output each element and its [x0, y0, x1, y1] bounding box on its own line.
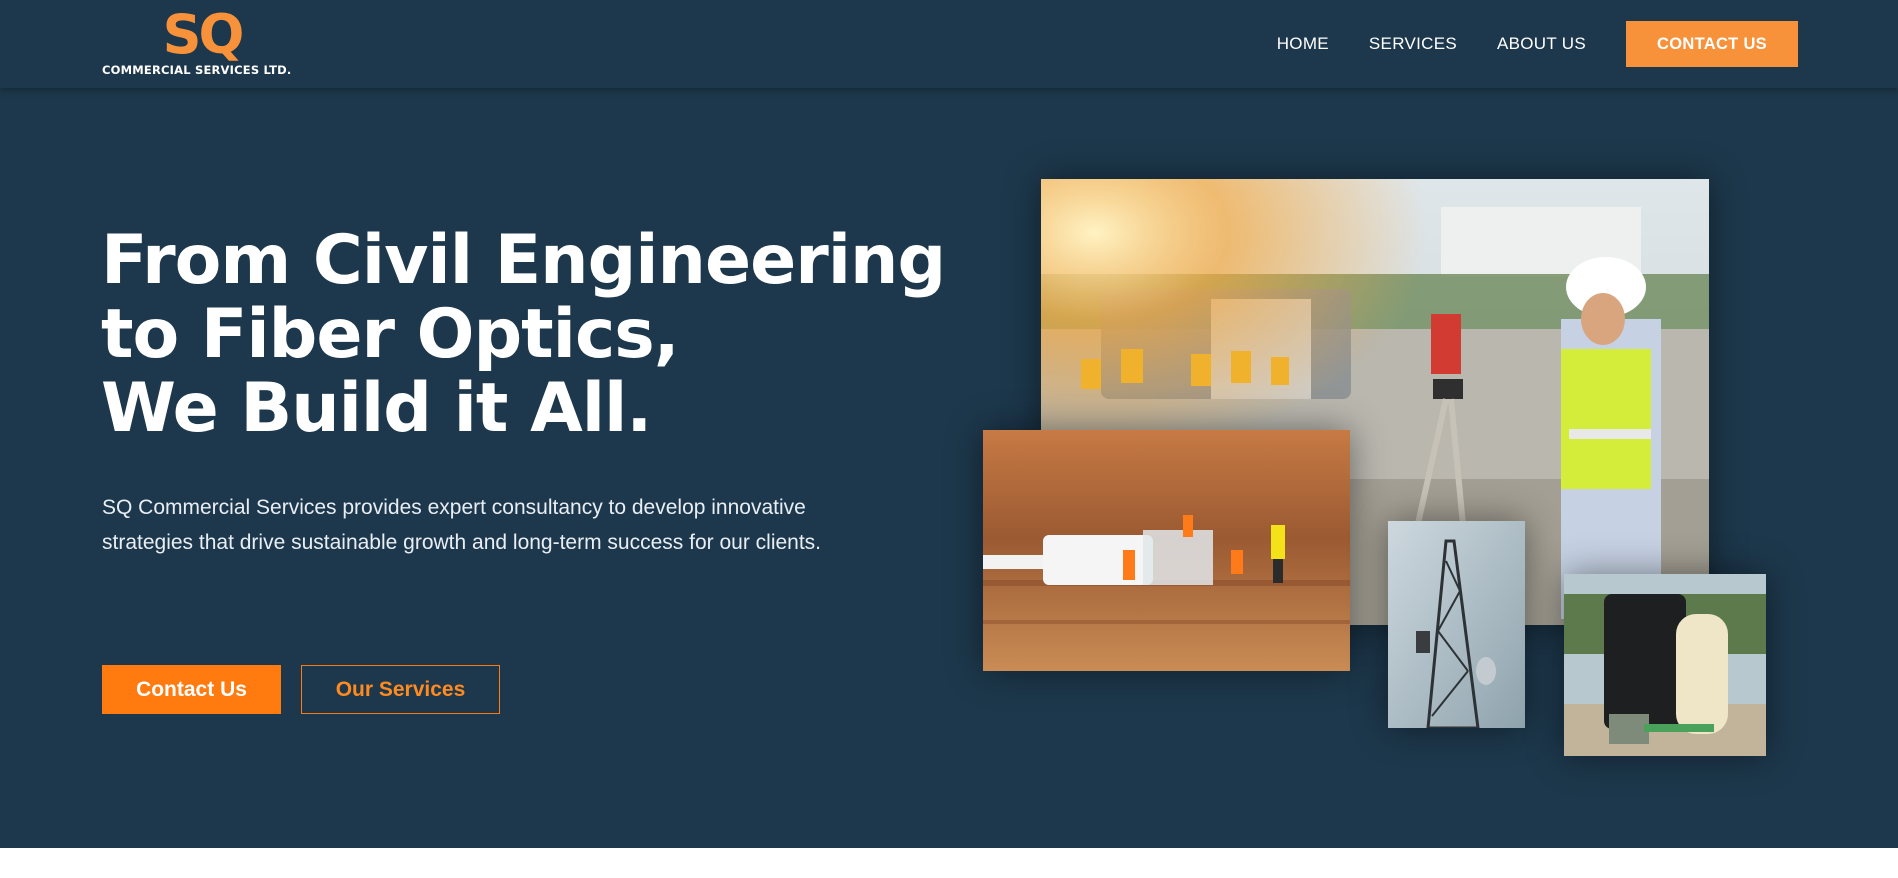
- nav-services[interactable]: SERVICES: [1369, 34, 1457, 54]
- nav-about-us[interactable]: ABOUT US: [1497, 34, 1586, 54]
- hero-headline: From Civil Engineering to Fiber Optics, …: [101, 221, 946, 448]
- fiber-optic-workers-image: [983, 430, 1350, 671]
- hero-section: From Civil Engineering to Fiber Optics, …: [0, 88, 1898, 848]
- headline-line-3: We Build it All.: [101, 369, 652, 448]
- nav-home[interactable]: HOME: [1277, 34, 1329, 54]
- water-tanks-image: [1564, 574, 1766, 756]
- headline-line-1: From Civil Engineering: [101, 221, 946, 300]
- our-services-button[interactable]: Our Services: [301, 665, 500, 714]
- site-header: SQ COMMERCIAL SERVICES LTD. HOME SERVICE…: [0, 0, 1898, 88]
- contact-us-button[interactable]: Contact Us: [102, 665, 281, 714]
- page: SQ COMMERCIAL SERVICES LTD. HOME SERVICE…: [0, 0, 1898, 878]
- headline-line-2: to Fiber Optics,: [101, 295, 680, 374]
- company-logo[interactable]: SQ COMMERCIAL SERVICES LTD.: [102, 6, 312, 80]
- page-bottom-strip: [0, 848, 1898, 878]
- telecom-tower-image: [1388, 521, 1525, 728]
- svg-text:SQ: SQ: [163, 6, 243, 62]
- sq-logo-mark: SQ: [163, 6, 246, 62]
- contact-us-nav-button[interactable]: CONTACT US: [1626, 21, 1798, 67]
- logo-subtitle: COMMERCIAL SERVICES LTD.: [102, 63, 292, 77]
- main-nav: HOME SERVICES ABOUT US CONTACT US: [1277, 0, 1798, 88]
- hero-description: SQ Commercial Services provides expert c…: [102, 496, 822, 554]
